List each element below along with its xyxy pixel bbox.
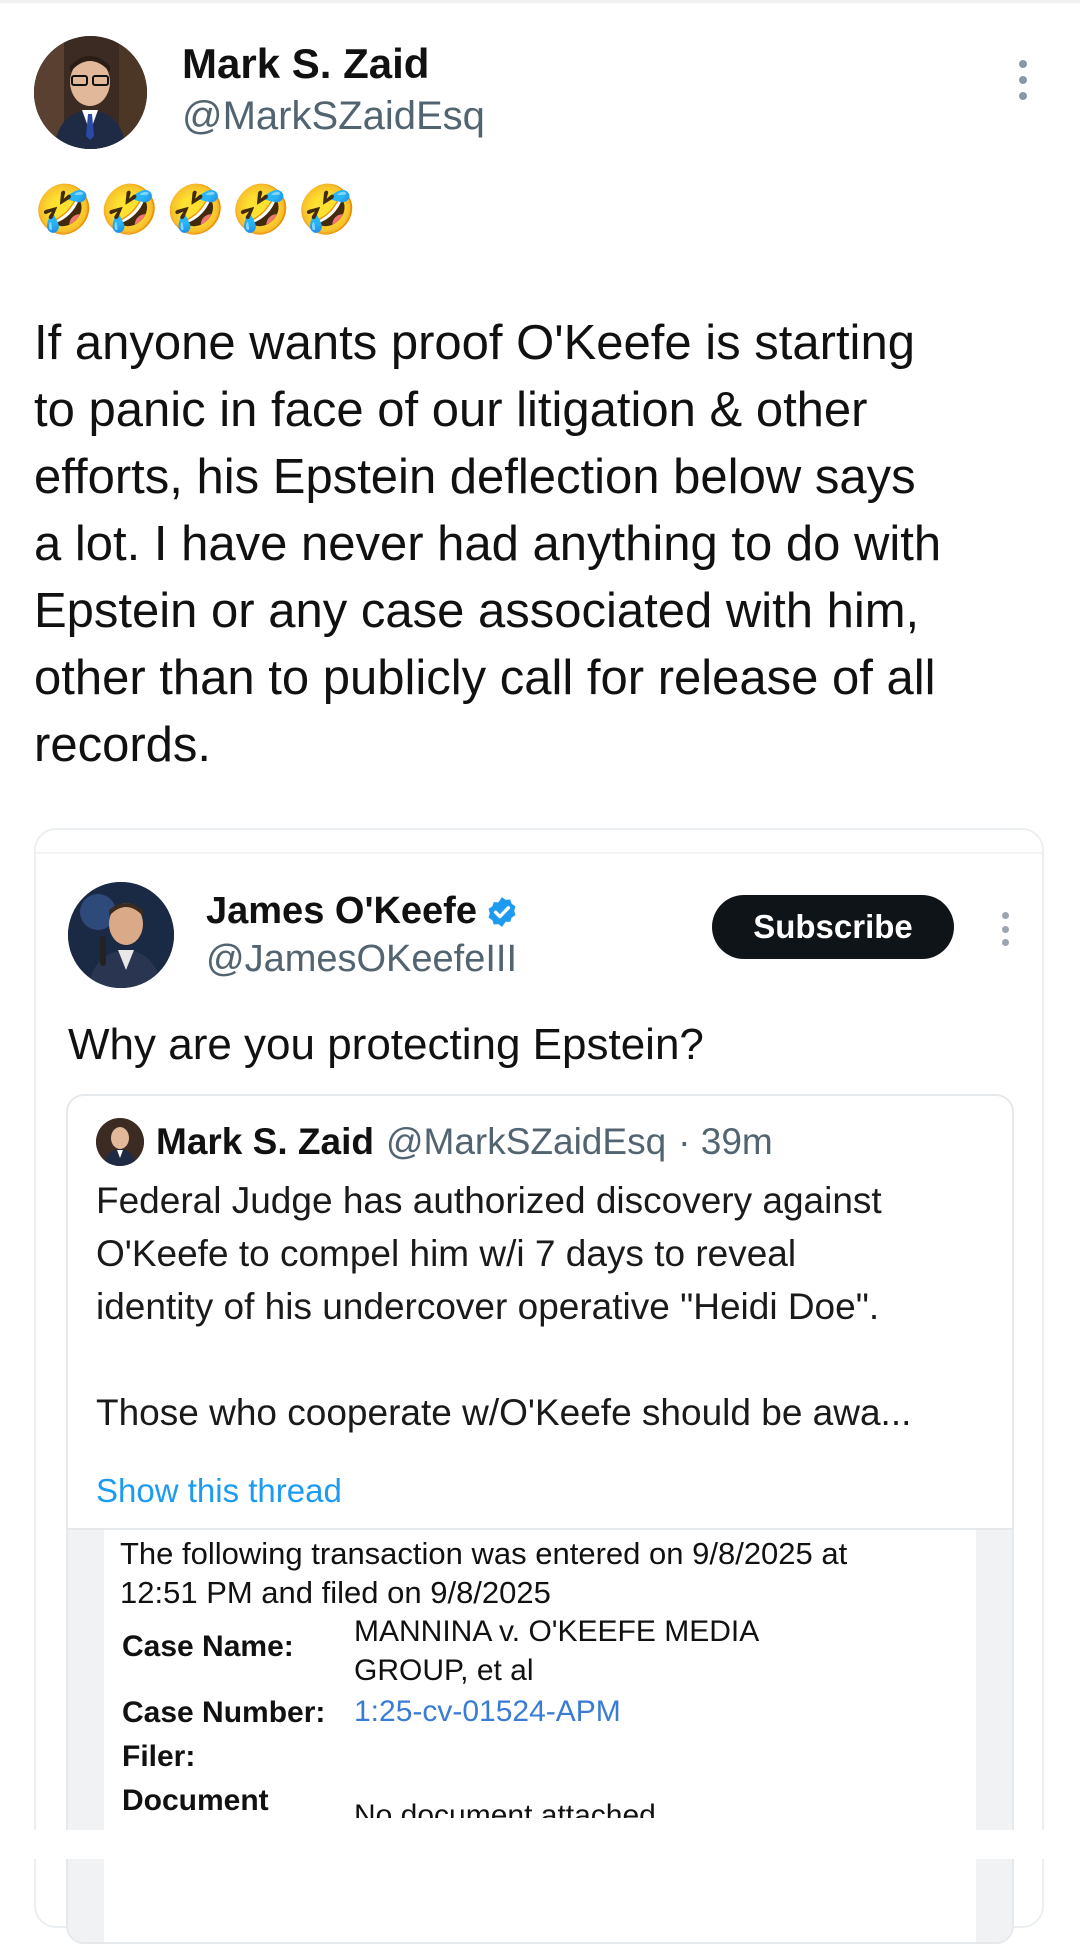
nested-post-time[interactable]: · 39m <box>678 1121 773 1163</box>
rofl-emoji: 🤣 <box>99 182 160 238</box>
subscribe-button[interactable]: Subscribe <box>712 895 954 959</box>
document-lead-text: The following transaction was entered on… <box>120 1536 848 1610</box>
quoted-post-card[interactable]: James O'Keefe @JamesOKeefeIII Subscribe … <box>34 828 1044 1944</box>
emoji-row: 🤣 🤣 🤣 🤣 🤣 <box>34 182 357 238</box>
rofl-emoji: 🤣 <box>165 182 226 238</box>
document-value: No document attached <box>354 1799 656 1818</box>
document-paper: The following transaction was entered on… <box>104 1530 976 1942</box>
rofl-emoji: 🤣 <box>297 182 357 238</box>
nested-post-header: Mark S. Zaid @MarkSZaidEsq · 39m <box>96 1118 773 1166</box>
author-avatar[interactable] <box>34 36 147 149</box>
quote-author-name[interactable]: James O'Keefe <box>206 890 519 933</box>
nested-author-name[interactable]: Mark S. Zaid <box>156 1121 374 1163</box>
case-name-label: Case Name: <box>122 1630 294 1663</box>
nested-author-handle[interactable]: @MarkSZaidEsq <box>386 1121 666 1163</box>
quote-author-handle[interactable]: @JamesOKeefeIII <box>206 938 517 981</box>
nested-author-avatar[interactable] <box>96 1118 144 1166</box>
author-handle[interactable]: @MarkSZaidEsq <box>182 94 485 139</box>
quote-more-options-icon[interactable] <box>994 912 1016 946</box>
show-thread-link[interactable]: Show this thread <box>96 1472 342 1510</box>
nested-post-text: Federal Judge has authorized discovery a… <box>96 1180 912 1433</box>
rofl-emoji: 🤣 <box>231 182 292 238</box>
quote-author-avatar[interactable] <box>68 882 174 988</box>
case-name-value: MANNINA v. O'KEEFE MEDIA GROUP, et al <box>354 1615 760 1687</box>
bottom-edge <box>0 1830 1080 1859</box>
nested-quoted-post[interactable]: Mark S. Zaid @MarkSZaidEsq · 39m Federal… <box>66 1094 1014 1944</box>
quote-author-name-text: James O'Keefe <box>206 890 477 932</box>
verified-badge-icon <box>488 896 516 927</box>
court-document-image[interactable]: The following transaction was entered on… <box>68 1528 1012 1942</box>
quote-divider <box>36 852 1042 854</box>
document-label: Document <box>122 1784 269 1817</box>
top-divider <box>0 0 1080 3</box>
case-number-link: 1:25-cv-01524-APM <box>354 1695 621 1728</box>
author-name[interactable]: Mark S. Zaid <box>182 40 429 88</box>
rofl-emoji: 🤣 <box>34 182 94 238</box>
more-options-icon[interactable] <box>1010 60 1036 100</box>
quote-text: Why are you protecting Epstein? <box>68 1020 704 1069</box>
post-text: If anyone wants proof O'Keefe is startin… <box>34 316 942 772</box>
filer-label: Filer: <box>122 1740 196 1773</box>
case-number-label: Case Number: <box>122 1696 326 1729</box>
